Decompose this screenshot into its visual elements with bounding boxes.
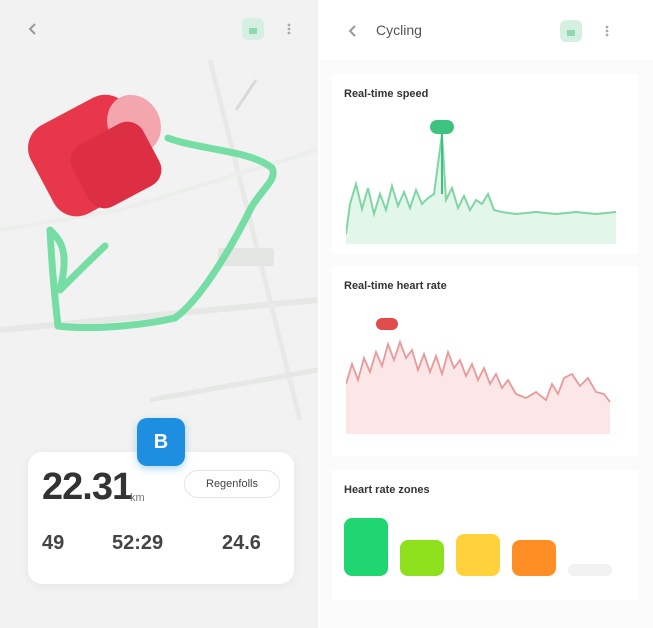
zone-bar bbox=[568, 564, 612, 576]
zone-bar bbox=[400, 540, 444, 576]
stat-value: 52:29 bbox=[112, 532, 164, 554]
zone-bar bbox=[344, 518, 388, 576]
speed-peak-marker bbox=[430, 120, 454, 134]
route-start-marker bbox=[28, 94, 162, 217]
detail-header: Cycling bbox=[320, 0, 653, 60]
speed-section: Real-time speed bbox=[332, 74, 638, 254]
heart-rate-peak-marker bbox=[376, 318, 398, 330]
stat-item: 49 bbox=[42, 532, 64, 559]
heart-rate-title: Real-time heart rate bbox=[344, 280, 447, 292]
speed-title-text: Real-time speed bbox=[344, 88, 429, 100]
zone-bar bbox=[512, 540, 556, 576]
map-top-bar bbox=[0, 0, 318, 52]
heart-zones-title: Heart rate zones bbox=[344, 484, 430, 496]
sport-type-icon: B bbox=[137, 418, 185, 466]
distance-value: 22.31 bbox=[42, 466, 133, 508]
stat-item: 24.6 bbox=[222, 532, 261, 559]
more-icon[interactable] bbox=[278, 18, 300, 40]
stat-item: 52:29 bbox=[112, 532, 163, 559]
heart-zones-chart bbox=[344, 510, 634, 582]
back-icon[interactable] bbox=[342, 20, 364, 42]
heart-rate-section: Real-time heart rate bbox=[332, 266, 638, 456]
route-map-panel: 22.31 km Regenfolls 49 52:29 24.6 B bbox=[0, 0, 318, 628]
zone-bar bbox=[456, 534, 500, 576]
workout-detail-panel: Cycling Real-time speed Real-time heart … bbox=[320, 0, 653, 628]
stat-value: 49 bbox=[42, 532, 65, 554]
share-icon[interactable] bbox=[242, 18, 264, 40]
stat-value: 24.6 bbox=[222, 532, 261, 554]
speed-title: Real-time speed bbox=[344, 88, 432, 100]
page-title: Cycling bbox=[376, 22, 422, 38]
workout-summary-card: 22.31 km Regenfolls 49 52:29 24.6 bbox=[28, 452, 294, 584]
more-icon[interactable] bbox=[596, 20, 618, 42]
back-icon[interactable] bbox=[22, 18, 44, 40]
share-icon[interactable] bbox=[560, 20, 582, 42]
route-map[interactable] bbox=[0, 0, 318, 450]
heart-rate-chart bbox=[346, 318, 611, 434]
speed-chart bbox=[346, 120, 617, 244]
map-location-button[interactable]: Regenfolls bbox=[184, 470, 280, 498]
distance-unit: km bbox=[130, 492, 145, 504]
